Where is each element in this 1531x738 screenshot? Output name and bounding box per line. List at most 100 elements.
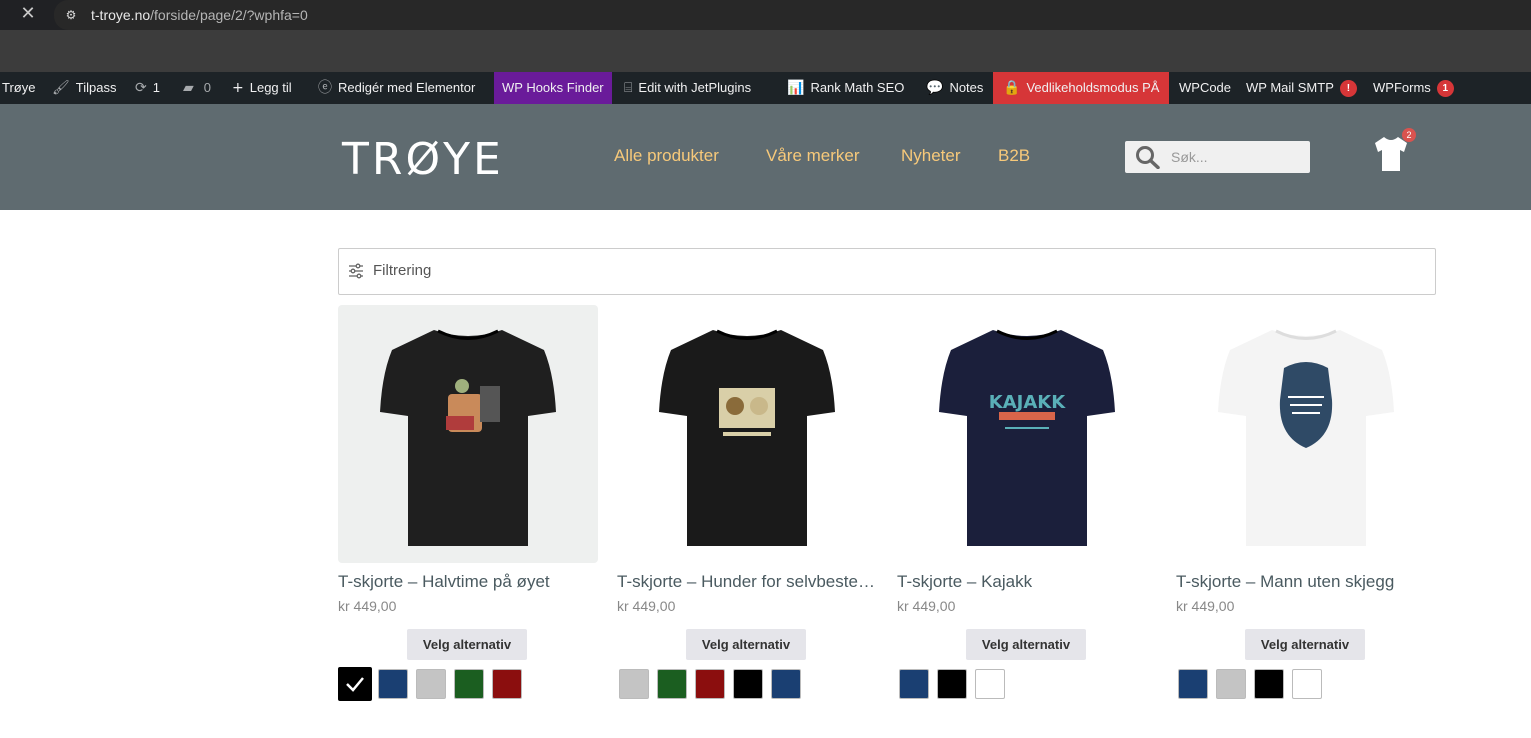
notes-label: Notes bbox=[949, 80, 984, 95]
admin-customize-label: Tilpass bbox=[75, 80, 117, 95]
plus-icon: + bbox=[232, 80, 244, 96]
tshirt-image bbox=[380, 329, 556, 546]
wpforms-label: WPForms bbox=[1373, 80, 1431, 95]
lock-icon: 🔒 bbox=[1003, 80, 1021, 96]
site-logo[interactable]: TRØYE bbox=[342, 134, 504, 185]
rankmath-label: Rank Math SEO bbox=[810, 80, 905, 95]
product-card[interactable]: T-skjorte – Halvtime på øyet kr 449,00 V… bbox=[338, 305, 598, 701]
tshirt-body bbox=[939, 330, 1115, 546]
color-swatch[interactable] bbox=[1216, 669, 1246, 699]
product-price: kr 449,00 bbox=[338, 598, 397, 614]
admin-jetplugins-link[interactable]: ⌸ Edit with JetPlugins bbox=[624, 72, 751, 104]
tshirt-body bbox=[659, 330, 835, 546]
color-swatch[interactable] bbox=[899, 669, 929, 699]
admin-rankmath-link[interactable]: 📊 Rank Math SEO bbox=[787, 72, 904, 104]
admin-wpcode-link[interactable]: WPCode bbox=[1179, 72, 1231, 104]
product-title[interactable]: T-skjorte – Hunder for selvbestemt avfal… bbox=[617, 572, 879, 592]
admin-site-link[interactable]: Trøye bbox=[2, 72, 35, 104]
color-swatch[interactable] bbox=[657, 669, 687, 699]
search-input[interactable] bbox=[1171, 147, 1301, 167]
updates-count: 1 bbox=[152, 80, 160, 95]
product-image[interactable] bbox=[617, 305, 877, 563]
search-icon[interactable] bbox=[1135, 145, 1161, 170]
choose-option-button[interactable]: Velg alternativ bbox=[686, 629, 806, 660]
admin-customize-link[interactable]: 🖌 Tilpass bbox=[52, 72, 116, 104]
hooks-finder-label: WP Hooks Finder bbox=[502, 80, 604, 95]
comments-count: 0 bbox=[203, 80, 212, 95]
notes-icon: 💬 bbox=[926, 80, 944, 96]
admin-site-label: Trøye bbox=[2, 80, 36, 95]
cart-button[interactable]: 2 bbox=[1372, 128, 1416, 174]
filter-toggle[interactable]: Filtrering bbox=[338, 248, 1436, 295]
color-swatch[interactable] bbox=[771, 669, 801, 699]
wpmail-label: WP Mail SMTP bbox=[1246, 80, 1334, 95]
admin-maintenance-mode[interactable]: 🔒 Vedlikeholdsmodus PÅ bbox=[993, 72, 1170, 104]
updates-icon: ⟳ bbox=[135, 80, 147, 96]
admin-notes-link[interactable]: 💬 Notes bbox=[926, 72, 983, 104]
nav-item-brands[interactable]: Våre merker bbox=[766, 146, 860, 166]
product-price: kr 449,00 bbox=[1176, 598, 1235, 614]
color-swatch[interactable] bbox=[378, 669, 408, 699]
color-swatch[interactable] bbox=[1254, 669, 1284, 699]
rankmath-icon: 📊 bbox=[787, 80, 805, 96]
color-swatch[interactable] bbox=[619, 669, 649, 699]
admin-elementor-link[interactable]: ⓔ Redigér med Elementor bbox=[318, 72, 475, 104]
site-info-icon[interactable]: ⚙ bbox=[62, 6, 80, 24]
product-title[interactable]: T-skjorte – Mann uten skjegg bbox=[1176, 572, 1438, 592]
product-price: kr 449,00 bbox=[897, 598, 956, 614]
admin-updates-link[interactable]: ⟳ 1 bbox=[135, 72, 160, 104]
url-text[interactable]: t-troye.no/forside/page/2/?wphfa=0 bbox=[91, 6, 308, 24]
admin-wpforms-link[interactable]: WPForms 1 bbox=[1373, 72, 1454, 104]
url-host: t-troye.no bbox=[91, 7, 151, 23]
wpforms-badge: 1 bbox=[1436, 80, 1454, 97]
url-path: /forside/page/2/?wphfa=0 bbox=[150, 7, 308, 23]
close-icon[interactable]: ✕ bbox=[18, 4, 38, 24]
tshirt-image bbox=[1218, 329, 1394, 546]
color-swatch[interactable] bbox=[454, 669, 484, 699]
color-swatch[interactable] bbox=[937, 669, 967, 699]
nav-item-news[interactable]: Nyheter bbox=[901, 146, 961, 166]
choose-option-button[interactable]: Velg alternativ bbox=[1245, 629, 1365, 660]
check-icon bbox=[346, 677, 364, 692]
nav-item-b2b[interactable]: B2B bbox=[998, 146, 1030, 166]
filter-label: Filtrering bbox=[373, 262, 432, 279]
admin-new-link[interactable]: + Legg til bbox=[232, 72, 292, 104]
elementor-icon: ⓔ bbox=[318, 80, 332, 96]
browser-chrome: ✕ ⚙ t-troye.no/forside/page/2/?wphfa=0 bbox=[0, 0, 1531, 72]
nav-item-all-products[interactable]: Alle produkter bbox=[614, 146, 719, 166]
product-image[interactable] bbox=[338, 305, 598, 563]
jetplugins-label: Edit with JetPlugins bbox=[638, 80, 752, 95]
admin-hooks-finder[interactable]: WP Hooks Finder bbox=[494, 72, 612, 104]
color-swatch[interactable] bbox=[492, 669, 522, 699]
color-swatch[interactable] bbox=[733, 669, 763, 699]
product-title[interactable]: T-skjorte – Kajakk bbox=[897, 572, 1159, 592]
wpcode-label: WPCode bbox=[1179, 80, 1232, 95]
choose-option-button[interactable]: Velg alternativ bbox=[966, 629, 1086, 660]
maintenance-label: Vedlikeholdsmodus PÅ bbox=[1026, 80, 1160, 95]
product-price: kr 449,00 bbox=[617, 598, 676, 614]
wpmail-badge: ! bbox=[1339, 80, 1357, 97]
admin-comments-link[interactable]: ▰ 0 bbox=[183, 72, 211, 104]
admin-wpmail-link[interactable]: WP Mail SMTP! bbox=[1246, 72, 1357, 104]
product-card[interactable]: T-skjorte – Hunder for selvbestemt avfal… bbox=[617, 305, 879, 699]
color-swatch[interactable] bbox=[1292, 669, 1322, 699]
admin-new-label: Legg til bbox=[249, 80, 292, 95]
color-swatch[interactable] bbox=[975, 669, 1005, 699]
product-image[interactable]: KAJAKK bbox=[897, 305, 1157, 563]
tshirt-body bbox=[380, 330, 556, 546]
tshirt-image: KAJAKK bbox=[939, 329, 1115, 546]
color-swatch[interactable] bbox=[695, 669, 725, 699]
product-card[interactable]: KAJAKK T-skjorte – Kajakk kr 449,00 Velg… bbox=[897, 305, 1157, 699]
color-swatch[interactable] bbox=[416, 669, 446, 699]
admin-elementor-label: Redigér med Elementor bbox=[338, 80, 476, 95]
filter-sliders-icon bbox=[349, 263, 363, 279]
product-title[interactable]: T-skjorte – Halvtime på øyet bbox=[338, 572, 600, 592]
search-box[interactable] bbox=[1125, 141, 1310, 173]
brush-icon: 🖌 bbox=[52, 80, 70, 96]
color-swatch[interactable] bbox=[1178, 669, 1208, 699]
wp-admin-bar: Trøye 🖌 Tilpass ⟳ 1 ▰ 0 + Legg til ⓔ Redigér … bbox=[0, 72, 1531, 104]
product-image[interactable] bbox=[1176, 305, 1436, 563]
color-swatch[interactable] bbox=[338, 667, 372, 701]
choose-option-button[interactable]: Velg alternativ bbox=[407, 629, 527, 660]
product-card[interactable]: T-skjorte – Mann uten skjegg kr 449,00 V… bbox=[1176, 305, 1436, 699]
